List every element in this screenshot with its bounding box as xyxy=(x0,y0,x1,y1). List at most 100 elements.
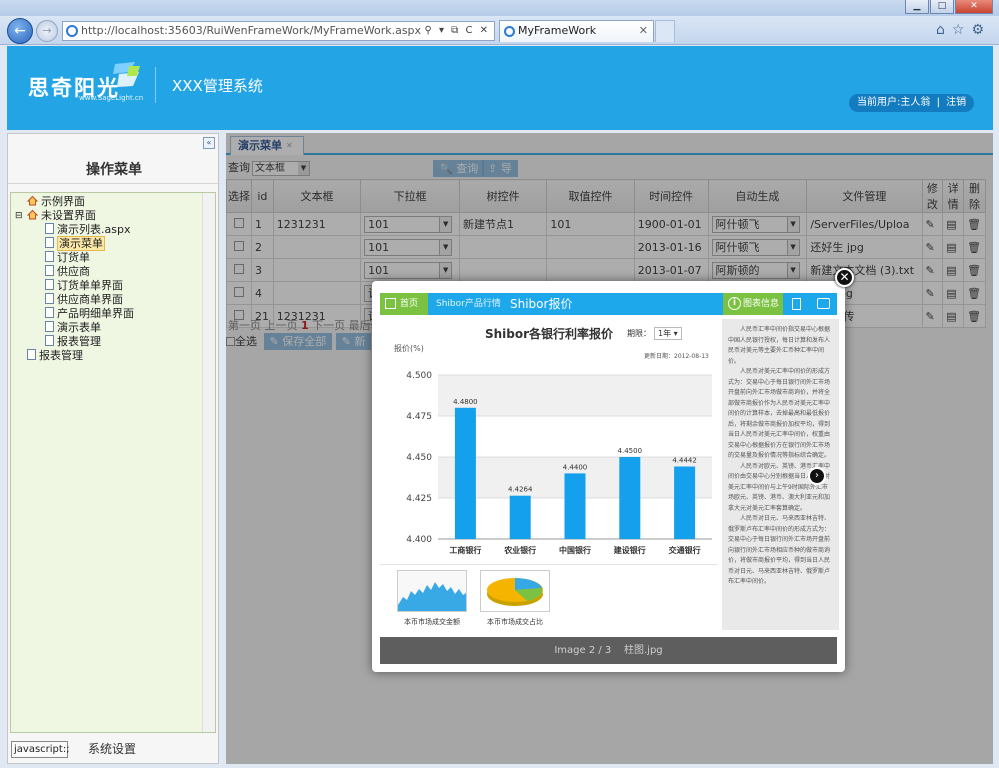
left-panel: « 操作菜单 示例界面 ⊟ 未设置界面 演示列表.aspx 演示菜单 订货单 供应商 订货单单… xyxy=(7,133,220,764)
tab-close-icon[interactable]: ✕ xyxy=(639,21,648,41)
bar xyxy=(509,495,531,539)
thumb1-caption: 本币市场成交金额 xyxy=(404,618,460,626)
bar xyxy=(619,457,641,539)
y-tick-label: 4.475 xyxy=(406,412,432,422)
tree-node-label: 供应商 xyxy=(57,265,90,278)
page-icon xyxy=(45,335,54,346)
y-tick-label: 4.500 xyxy=(406,371,432,381)
x-tick-label: 交通银行 xyxy=(669,545,701,555)
bar-chart: 4.500 4.475 4.450 4.425 4.400 4.4800 工商银行 4.426… xyxy=(406,371,712,555)
home-icon xyxy=(385,298,396,309)
y-axis-label: 报价(%) xyxy=(394,344,424,353)
tree-node[interactable]: 演示菜单 xyxy=(45,236,105,251)
user-box: 当前用户:主人翁 | 注销 xyxy=(849,94,975,112)
desc-para: 人民币对日元、马来西亚林吉特、俄罗斯卢布汇率中间价的形成方式为：交易中心于每日银… xyxy=(728,515,831,585)
data-label: 4.4500 xyxy=(618,447,643,455)
tree-node[interactable]: 订货单 xyxy=(45,251,90,265)
grid-band xyxy=(438,375,712,416)
y-tick-label: 4.400 xyxy=(406,535,432,545)
address-tools[interactable]: ⚲ ▾ ⧉ C ✕ xyxy=(424,22,490,40)
tree-node[interactable]: 供应商单界面 xyxy=(45,293,123,307)
app-header: 思奇阳光 www.SageLight.cn XXX管理系统 当前用户:主人翁 |… xyxy=(7,46,993,130)
y-tick-label: 4.425 xyxy=(406,494,432,504)
logout-link[interactable]: 注销 xyxy=(946,97,966,108)
data-label: 4.4400 xyxy=(563,463,588,471)
tree-node-label: 示例界面 xyxy=(41,195,85,208)
tree-node-label: 产品明细单界面 xyxy=(57,307,134,320)
tree-node-label: 演示列表.aspx xyxy=(57,223,131,236)
window-controls: ▁ □ ✕ xyxy=(905,0,993,16)
period-label: 期限： xyxy=(627,329,651,338)
menu-title: 操作菜单 xyxy=(8,156,220,184)
crumb-shibor-quote: Shibor报价 xyxy=(510,297,573,311)
ie-tab-icon xyxy=(504,26,515,37)
data-label: 4.4800 xyxy=(453,398,478,406)
image-filename: 柱图.jpg xyxy=(624,645,663,656)
image-lightbox: 首页 Shibor产品行情 Shibor报价 i 图表信息 Shibor各银行利率… xyxy=(372,281,845,672)
home-folder-icon xyxy=(26,209,39,220)
logo-mark-icon xyxy=(113,62,140,87)
system-settings-link[interactable]: 系统设置 xyxy=(88,740,136,757)
tree-node-label: 未设置界面 xyxy=(41,209,96,222)
gear-icon[interactable]: ⚙ xyxy=(971,22,991,38)
chart-info-label: 图表信息 xyxy=(743,299,780,309)
window-titlebar: ▁ □ ✕ xyxy=(0,0,999,16)
browser-tab[interactable]: MyFrameWork ✕ xyxy=(499,20,654,42)
page-icon xyxy=(45,321,54,332)
address-bar[interactable]: http://localhost:35603/RuiWenFrameWork/M… xyxy=(62,21,495,41)
grid-band xyxy=(438,416,712,457)
tree-node-label: 报表管理 xyxy=(39,349,83,362)
favorites-star-icon[interactable]: ☆ xyxy=(952,22,972,38)
page-icon xyxy=(45,293,54,304)
tree-node-label: 报表管理 xyxy=(57,335,101,348)
tree-node-label: 演示表单 xyxy=(57,321,101,334)
page-icon xyxy=(27,349,36,360)
expand-toggle-icon[interactable]: ⊟ xyxy=(15,209,23,223)
document-icon xyxy=(792,298,801,310)
period-control: 期限： 1年 ▾ xyxy=(627,327,682,340)
next-image-button[interactable]: › xyxy=(808,467,826,485)
current-user-label: 当前用户:主人翁 xyxy=(857,97,931,108)
lightbox-close-button[interactable]: ✕ xyxy=(835,268,854,287)
header-divider xyxy=(155,67,156,103)
tree-node[interactable]: 供应商 xyxy=(45,265,90,279)
new-tab-button[interactable] xyxy=(655,20,675,42)
forward-button[interactable]: → xyxy=(36,20,58,42)
tree-node[interactable]: ⊟ 未设置界面 xyxy=(15,209,96,223)
tree-node[interactable]: 订货单单界面 xyxy=(45,279,123,293)
x-tick-label: 中国银行 xyxy=(559,545,591,555)
tree-scrollbar[interactable] xyxy=(202,193,215,732)
system-title: XXX管理系统 xyxy=(172,77,263,95)
back-button[interactable]: ← xyxy=(7,18,33,44)
browser-navbar: ← → http://localhost:35603/RuiWenFrameWo… xyxy=(0,16,999,45)
info-icon: i xyxy=(728,297,741,310)
page-icon xyxy=(45,237,54,248)
tree-node[interactable]: 产品明细单界面 xyxy=(45,307,134,321)
area-chart-thumbnail xyxy=(397,570,467,612)
page-icon xyxy=(45,265,54,276)
data-label: 4.4264 xyxy=(508,486,533,494)
home-icon[interactable]: ⌂ xyxy=(936,22,952,38)
tree-node[interactable]: 示例界面 xyxy=(26,195,85,209)
home-folder-icon xyxy=(26,195,39,206)
tree-node[interactable]: 报表管理 xyxy=(45,335,101,349)
collapse-panel-button[interactable]: « xyxy=(203,137,215,149)
maximize-button[interactable]: □ xyxy=(930,0,954,14)
x-tick-label: 建设银行 xyxy=(613,545,646,555)
browser-tab-title: MyFrameWork xyxy=(518,24,597,37)
tree-node-label: 订货单 xyxy=(57,251,90,264)
x-tick-label: 农业银行 xyxy=(503,545,536,555)
tree-node[interactable]: 报表管理 xyxy=(27,349,83,363)
lightbox-image-header: 首页 Shibor产品行情 Shibor报价 i 图表信息 xyxy=(380,293,837,315)
tree-node[interactable]: 演示列表.aspx xyxy=(45,223,130,237)
lightbox-footer: Image 2 / 3 柱图.jpg xyxy=(380,637,837,664)
data-label: 4.4442 xyxy=(672,457,697,465)
minimize-button[interactable]: ▁ xyxy=(905,0,929,14)
window-close-button[interactable]: ✕ xyxy=(955,0,993,14)
page-icon xyxy=(45,307,54,318)
page-icon xyxy=(45,223,54,234)
menu-tree: 示例界面 ⊟ 未设置界面 演示列表.aspx 演示菜单 订货单 供应商 订货单单界面 供应商单界… xyxy=(10,192,216,733)
tree-node[interactable]: 演示表单 xyxy=(45,321,101,335)
x-tick-label: 工商银行 xyxy=(449,545,481,555)
tree-node-label: 演示菜单 xyxy=(57,236,105,251)
